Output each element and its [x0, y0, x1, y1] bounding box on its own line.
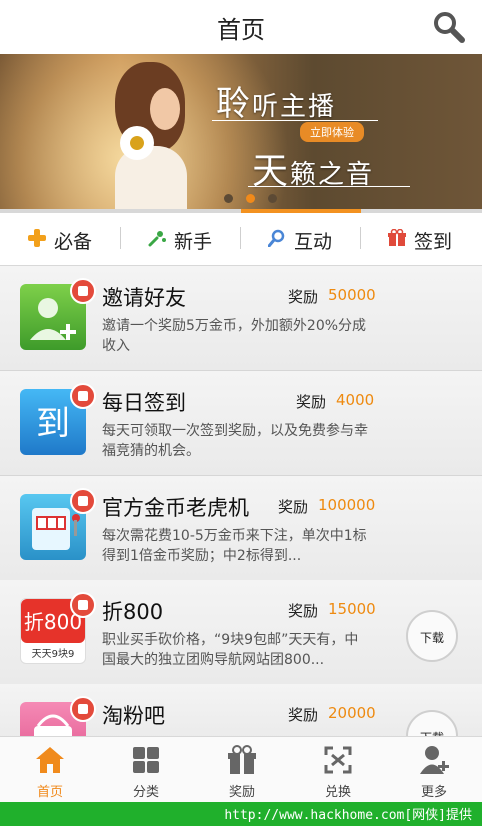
nav-reward[interactable]: 奖励: [194, 737, 290, 803]
bottom-navigation: 首页 分类 奖励 兑换 更多: [0, 736, 482, 803]
list-item[interactable]: 折800 天天9块9 折800 奖励 15000 职业买手砍价格，“9块9包邮”…: [0, 580, 482, 685]
reward-value: 100000: [318, 496, 376, 514]
nav-label: 兑换: [324, 785, 351, 800]
item-name: 邀请好友: [102, 286, 186, 310]
nav-exchange[interactable]: 兑换: [290, 737, 386, 803]
gift-badge-icon: [70, 278, 96, 304]
item-description: 邀请一个奖励5万金币，外加额外20%分成收入: [102, 318, 367, 354]
tab-newbie[interactable]: 新手: [120, 213, 240, 265]
reward-label: 奖励: [278, 498, 309, 516]
search-icon[interactable]: [432, 10, 466, 44]
tab-label: 必备: [54, 231, 93, 253]
tab-checkin[interactable]: 签到: [360, 213, 480, 265]
tab-label: 新手: [174, 231, 213, 253]
reward-label: 奖励: [288, 706, 319, 724]
tab-label: 签到: [414, 231, 453, 253]
tab-label: 互动: [294, 231, 333, 253]
banner-dots: [0, 54, 482, 210]
nav-home[interactable]: 首页: [2, 737, 98, 803]
reward-value: 4000: [336, 391, 375, 409]
list-item[interactable]: 邀请好友 奖励 50000 邀请一个奖励5万金币，外加额外20%分成收入: [0, 266, 482, 371]
svg-text:到: 到: [36, 404, 70, 444]
footer-url: http://www.hackhome.com[网侠]提供: [224, 808, 472, 823]
banner-dot[interactable]: [224, 194, 233, 203]
category-tabs: 必备 新手 互动 签到: [0, 213, 482, 266]
gift-icon: [388, 229, 406, 246]
item-name: 淘粉吧: [102, 704, 165, 728]
item-name: 每日签到: [102, 391, 186, 415]
reward-value: 15000: [328, 600, 376, 618]
home-icon: [36, 747, 64, 773]
page-title: 首页: [217, 16, 265, 44]
item-description: 每天可领取一次签到奖励，以及免费参与幸福竞猜的机会。: [102, 423, 368, 459]
gift-badge-icon: [70, 592, 96, 618]
banner-dot-active[interactable]: [246, 194, 255, 203]
nav-more[interactable]: 更多: [386, 737, 482, 803]
user-plus-icon: [420, 746, 449, 774]
gift-badge-icon: [70, 488, 96, 514]
gift-badge-icon: [70, 383, 96, 409]
item-name: 官方金币老虎机: [102, 496, 249, 520]
reward-value: 50000: [328, 286, 376, 304]
gift-badge-icon: [70, 696, 96, 722]
plus-icon: [28, 229, 46, 247]
top-header: 首页: [0, 0, 482, 55]
list-item[interactable]: 到 每日签到 奖励 4000 每天可领取一次签到奖励，以及免费参与幸福竞猜的机会…: [0, 371, 482, 476]
reward-value: 20000: [328, 704, 376, 722]
list-item[interactable]: 官方金币老虎机 奖励 100000 每次需花费10-5万金币来下注，单次中1标得…: [0, 476, 482, 581]
reward-label: 奖励: [296, 393, 327, 411]
magnifier-icon: [268, 229, 285, 247]
exchange-icon: [324, 746, 352, 774]
nav-label: 更多: [420, 785, 447, 800]
tab-essential[interactable]: 必备: [0, 213, 120, 265]
site-footer: http://www.hackhome.com[网侠]提供: [0, 802, 482, 826]
nav-label: 首页: [36, 785, 63, 800]
item-name: 折800: [102, 600, 164, 624]
reward-label: 奖励: [288, 602, 319, 620]
svg-text:天天9块9: 天天9块9: [32, 648, 75, 660]
grid-icon: [133, 747, 159, 773]
download-button[interactable]: 下载: [406, 610, 458, 662]
reward-label: 奖励: [288, 288, 319, 306]
nav-category[interactable]: 分类: [98, 737, 194, 803]
sparkle-icon: [148, 231, 166, 247]
gift-icon: [228, 745, 256, 774]
nav-label: 分类: [132, 785, 159, 800]
item-description: 职业买手砍价格，“9块9包邮”天天有，中国最大的独立团购导航网站团800...: [102, 632, 359, 668]
nav-label: 奖励: [228, 785, 255, 800]
banner-dot[interactable]: [268, 194, 277, 203]
item-description: 每次需花费10-5万金币来下注，单次中1标得到1倍金币奖励；中2标得到...: [102, 528, 367, 564]
tab-interact[interactable]: 互动: [240, 213, 360, 265]
